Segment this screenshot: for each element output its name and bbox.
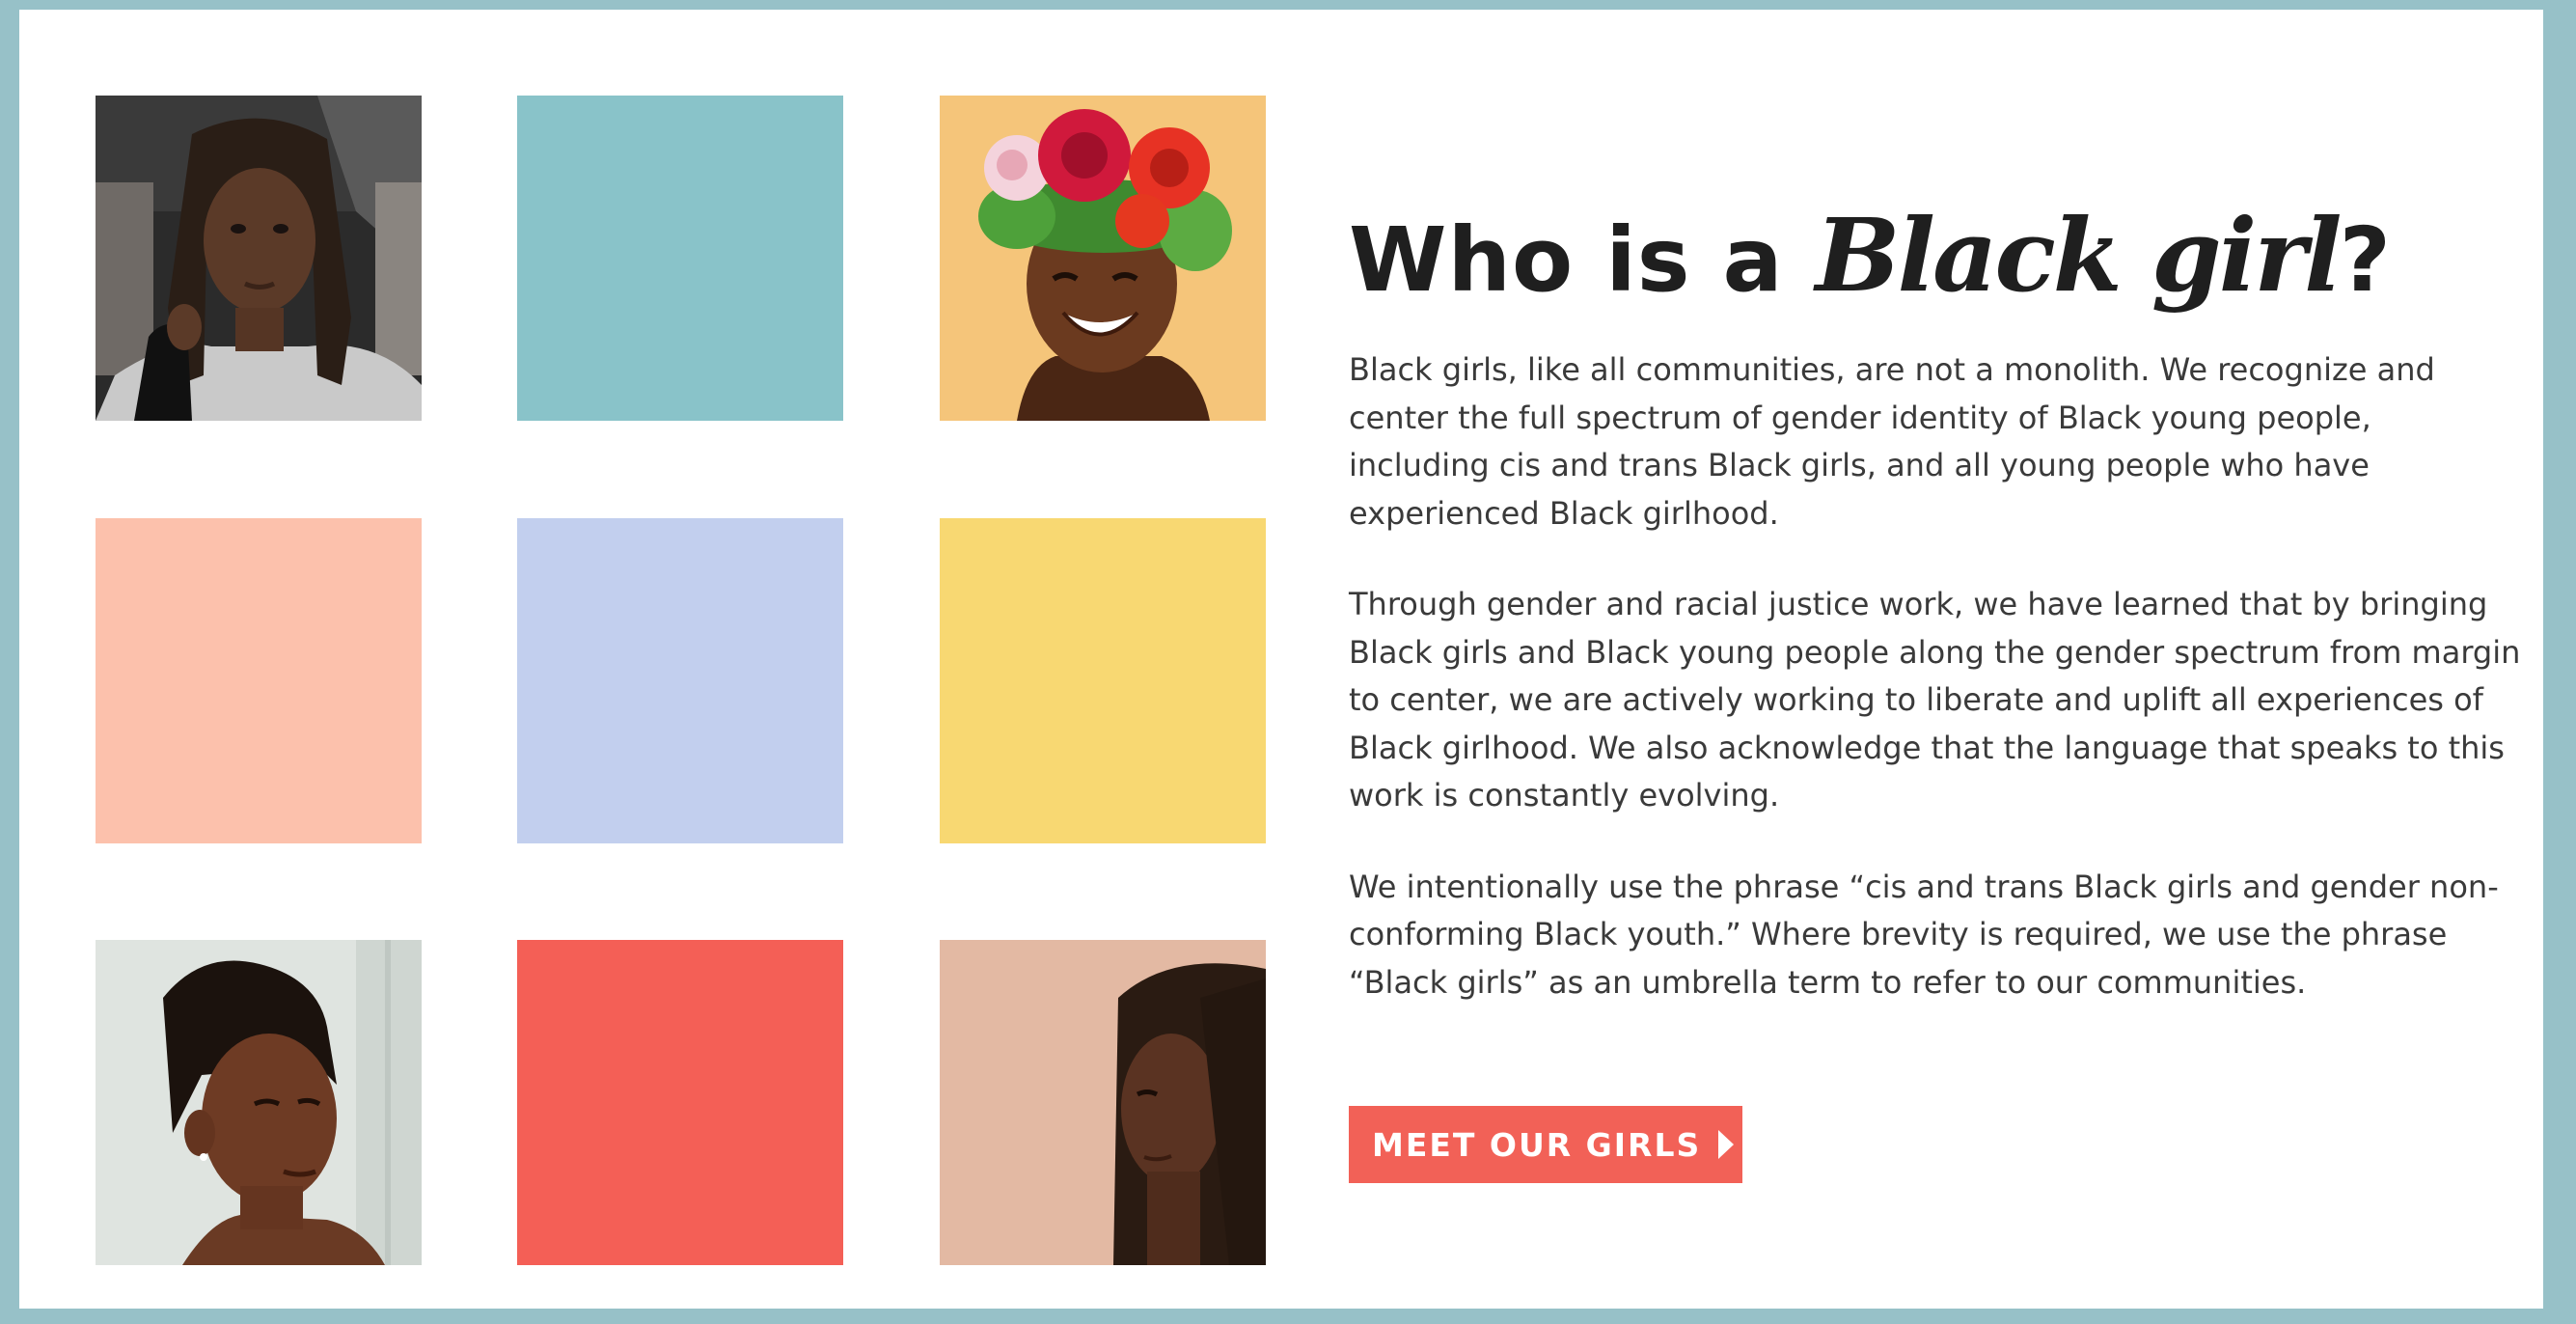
- color-tile-yellow: [940, 518, 1266, 843]
- coral-block: [517, 940, 843, 1265]
- photo-girl-braided-updo: [96, 940, 422, 1265]
- color-tile-periwinkle: [517, 518, 843, 843]
- paragraph-2: Through gender and racial justice work, …: [1349, 586, 2521, 814]
- heading-suffix: ?: [2339, 208, 2392, 312]
- color-tile-teal: [517, 96, 843, 421]
- meet-our-girls-button[interactable]: MEET OUR GIRLS: [1349, 1106, 1742, 1183]
- heading-prefix: Who is a: [1349, 208, 1816, 312]
- paragraph-1: Black girls, like all communities, are n…: [1349, 351, 2435, 532]
- meet-our-girls-label: MEET OUR GIRLS: [1372, 1125, 1702, 1164]
- play-arrow-icon: [1718, 1130, 1735, 1159]
- color-tile-coral: [517, 940, 843, 1265]
- photo-girl-with-braids: [96, 96, 422, 421]
- paragraph-3: We intentionally use the phrase “cis and…: [1349, 868, 2499, 1001]
- heading-emphasis: Black girl: [1815, 196, 2343, 315]
- color-tile-peach: [96, 518, 422, 843]
- yellow-block: [940, 518, 1266, 843]
- photo-girl-flower-crown: [940, 96, 1266, 421]
- periwinkle-block: [517, 518, 843, 843]
- photo-girl-side-profile: [940, 940, 1266, 1265]
- teal-block: [517, 96, 843, 421]
- content-column: Who is a Black girl? Black girls, like a…: [1349, 193, 2521, 1007]
- peach-block: [96, 518, 422, 843]
- section-heading: Who is a Black girl?: [1349, 193, 2521, 323]
